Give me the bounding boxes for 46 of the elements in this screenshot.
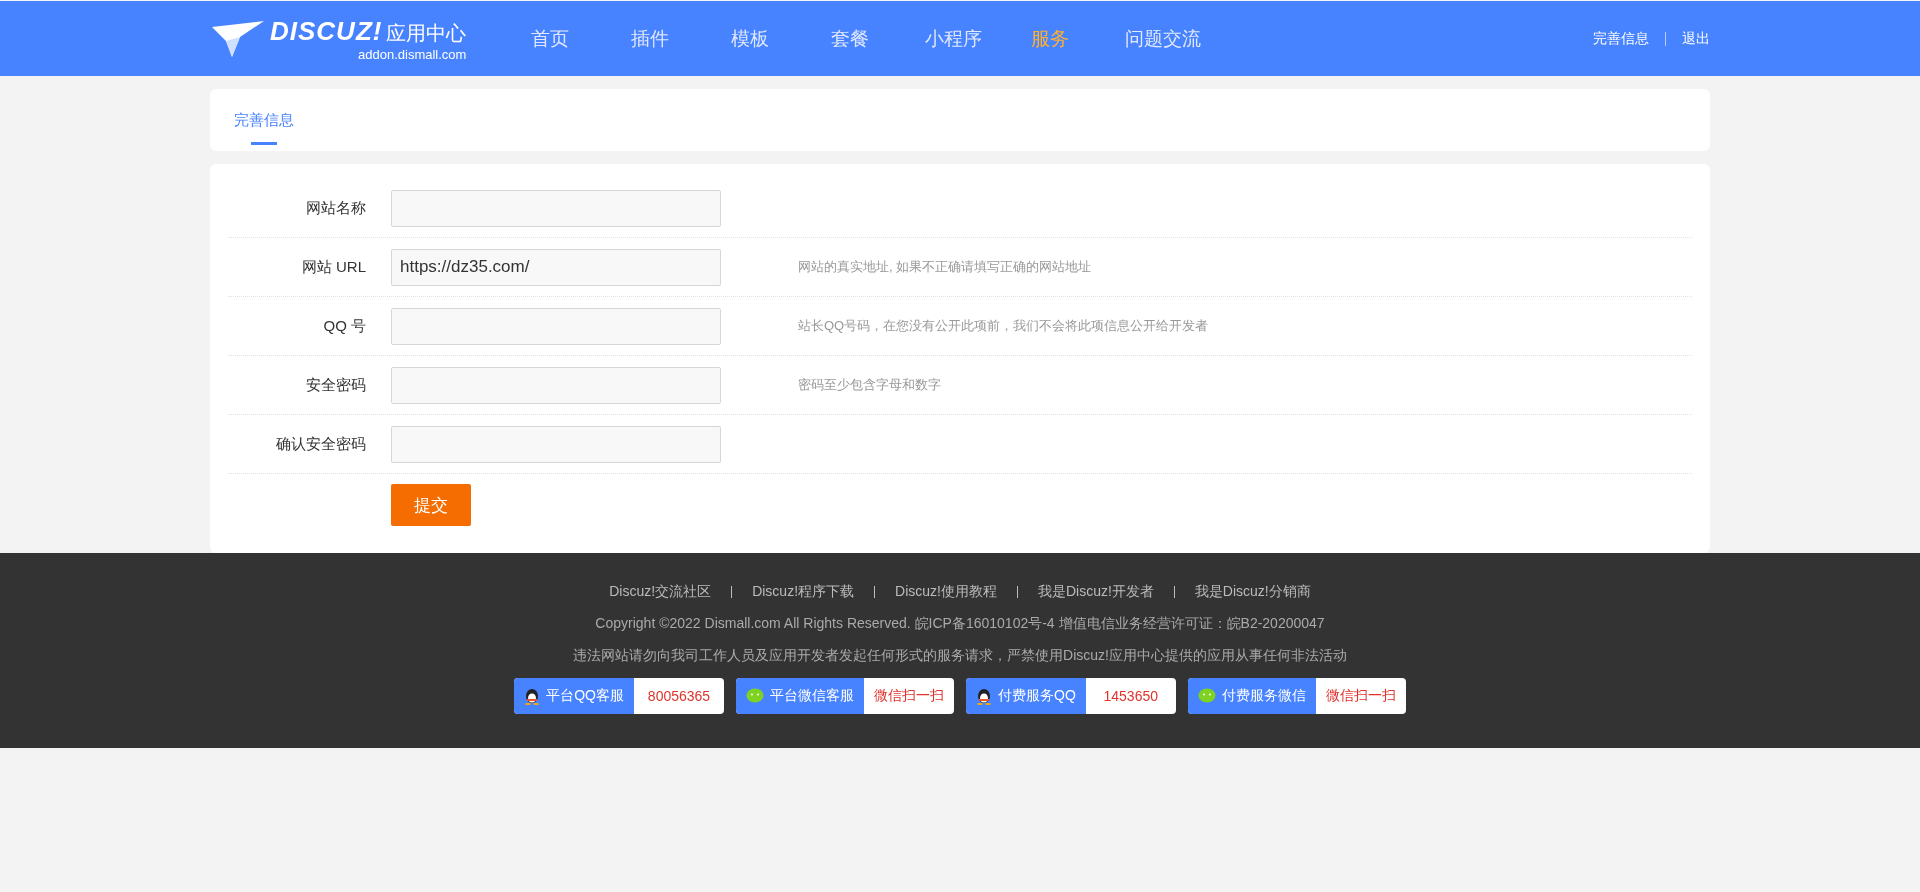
contact-label[interactable]: 付费服务微信 [1187,678,1316,714]
field-label: 安全密码 [305,375,366,395]
logo-brand: DISCUZ! [270,15,383,47]
contact-value: 80056365 [646,687,712,706]
footer-link[interactable]: Discuz!使用教程 [895,583,997,601]
footer-link[interactable]: 我是Discuz!开发者 [1037,583,1154,601]
contact-label[interactable]: 平台微信客服 [736,678,864,714]
footer-link[interactable]: Discuz!程序下载 [752,583,855,601]
field-label: 网站名称 [305,198,366,218]
contact-value: 1453650 [1102,687,1160,706]
logo-title: 应用中心 [386,20,467,46]
contact-value: 微信扫一扫 [873,686,945,705]
chat-bubble-icon [1197,688,1216,704]
field-hint: 网站的真实地址, 如果不正确请填写正确的网站地址 [798,258,1092,276]
input-field[interactable] [391,189,721,227]
nav-link[interactable]: 插件 [600,25,700,52]
footer-link[interactable]: 我是Discuz!分销商 [1194,583,1311,601]
footer-link[interactable]: Discuz!交流社区 [609,583,712,601]
submit-button[interactable]: 提交 [391,484,471,526]
copyright-text: Copyright ©2022 Dismall.com All Rights Reserved. 皖ICP备16010102号-4 增值电信业务经营许可证：皖B2-20200047 [595,615,1325,633]
input-field[interactable]: https://dz35.com/ [391,248,721,286]
contact-label[interactable]: 平台QQ客服 [514,678,634,714]
paper-plane-icon [210,18,266,59]
input-field[interactable] [391,366,721,404]
chat-bubble-icon [746,688,764,704]
notice-text: 违法网站请勿向我司工作人员及应用开发者发起任何形式的服务请求，严禁使用Discuz!应用中心提供的应用从事任何非法活动 [573,647,1347,665]
input-field[interactable] [391,307,721,345]
field-label: 网站 URL [300,257,366,277]
field-label: 确认安全密码 [275,434,366,454]
field-hint: 站长QQ号码，在您没有公开此项前，我们不会将此项信息公开给开发者 [798,317,1209,335]
penguin-icon [976,687,992,705]
field-label: QQ 号 [322,316,366,336]
input-field[interactable] [391,425,721,463]
nav-link[interactable]: 模板 [700,25,800,52]
user-link[interactable]: 退出 [1682,29,1710,48]
contact-value: 微信扫一扫 [1324,686,1397,705]
nav-link[interactable]: 首页 [500,25,600,52]
user-link[interactable]: 完善信息 [1593,29,1649,48]
nav-link[interactable]: 服务 [1000,25,1100,52]
field-hint: 密码至少包含字母和数字 [798,376,941,394]
nav-link[interactable]: 小程序 [900,25,1000,52]
penguin-icon [524,687,541,705]
logo-subtitle: addon.dismall.com [358,46,467,62]
nav-link[interactable]: 问题交流 [1100,25,1226,52]
nav-link[interactable]: 套餐 [800,25,900,52]
contact-label[interactable]: 付费服务QQ [966,678,1086,714]
